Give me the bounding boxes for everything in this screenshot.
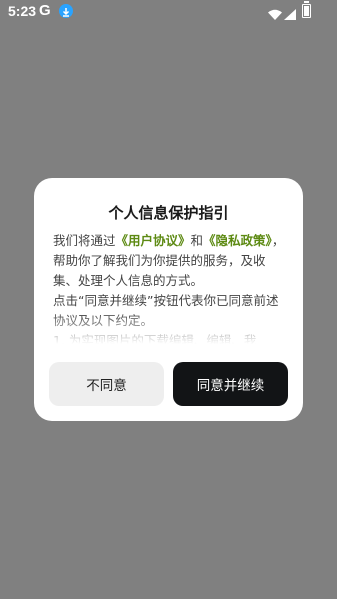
privacy-dialog: 个人信息保护指引 我们将通过《用户协议》和《隐私政策》，帮助你了解我们为你提供的… bbox=[34, 178, 303, 421]
user-agreement-link[interactable]: 《用户协议》 bbox=[116, 233, 191, 248]
agree-continue-button[interactable]: 同意并继续 bbox=[173, 362, 288, 406]
download-icon bbox=[59, 4, 73, 18]
dialog-title: 个人信息保护指引 bbox=[108, 204, 229, 222]
body-paragraph-1: 我们将通过《用户协议》和《隐私政策》，帮助你了解我们为你提供的服务，及收集、处理… bbox=[53, 231, 285, 291]
body-paragraph-3: 1. 为实现图片的下载编辑、编辑、我 bbox=[53, 333, 257, 344]
status-time: 5:23 bbox=[8, 3, 37, 19]
body-text-1: 我们将通过 bbox=[53, 233, 116, 248]
body-text-2: 和 bbox=[190, 233, 204, 248]
status-bar: 5:23 G bbox=[0, 0, 337, 24]
wifi-icon bbox=[268, 5, 282, 24]
battery-icon bbox=[302, 1, 311, 18]
dialog-body[interactable]: 我们将通过《用户协议》和《隐私政策》，帮助你了解我们为你提供的服务，及收集、处理… bbox=[53, 231, 285, 344]
privacy-policy-link[interactable]: 《隐私政策》 bbox=[203, 233, 272, 248]
body-paragraph-2: 点击“同意并继续”按钮代表你已同意前述协议及以下约定。 bbox=[53, 293, 279, 328]
google-icon: G bbox=[39, 2, 51, 19]
disagree-button[interactable]: 不同意 bbox=[49, 362, 164, 406]
signal-icon bbox=[284, 5, 296, 24]
